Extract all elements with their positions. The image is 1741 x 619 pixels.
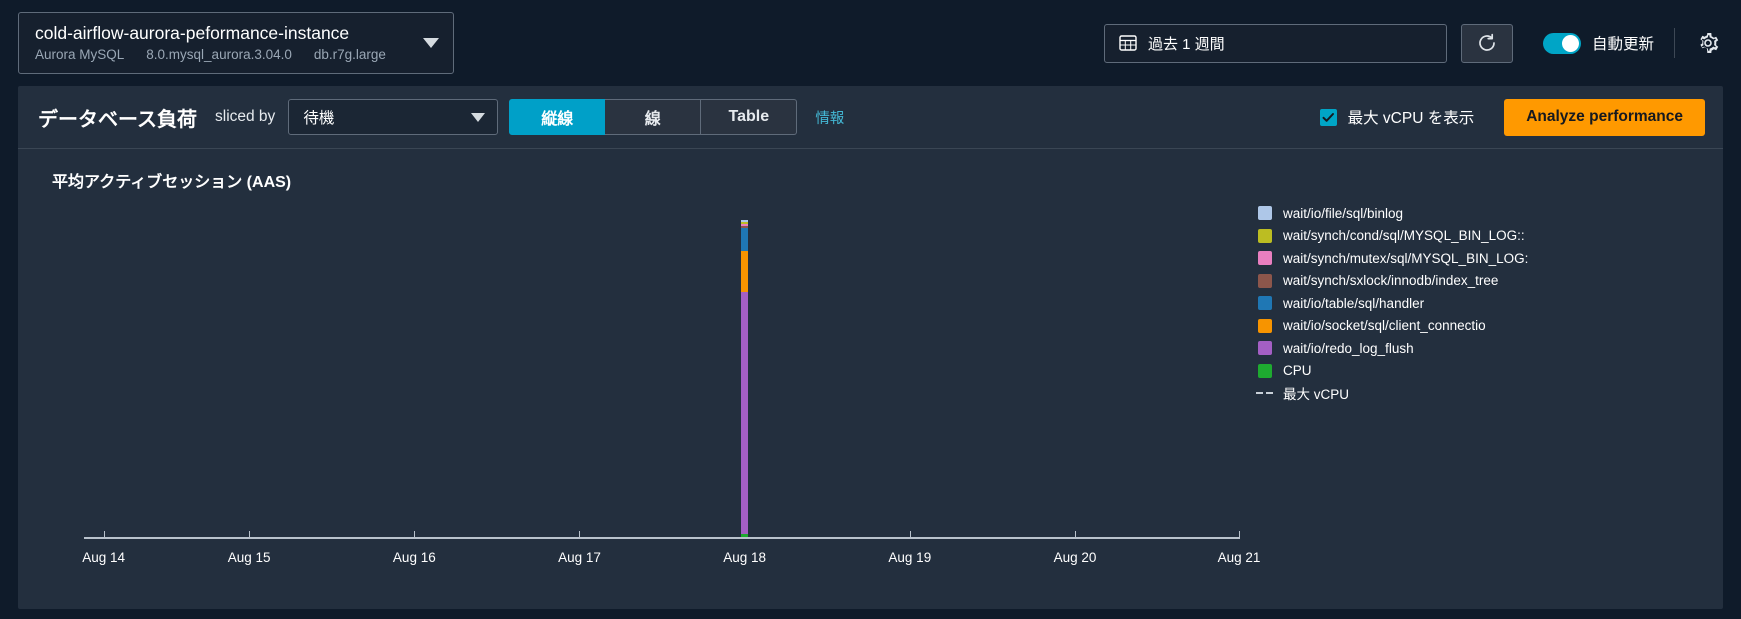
x-axis-tick bbox=[579, 531, 581, 539]
view-mode-line[interactable]: 線 bbox=[605, 99, 702, 135]
legend-color-swatch bbox=[1258, 363, 1272, 378]
analyze-performance-button[interactable]: Analyze performance bbox=[1504, 98, 1705, 136]
x-axis-tick bbox=[1239, 531, 1240, 539]
top-bar-actions: 過去 1 週間 自動更新 bbox=[1103, 0, 1729, 86]
instance-meta: Aurora MySQL 8.0.mysql_aurora.3.04.0 db.… bbox=[35, 46, 413, 64]
legend-label: 最大 vCPU bbox=[1283, 387, 1350, 403]
legend-color-swatch bbox=[1258, 341, 1272, 356]
x-axis-tick-label: Aug 19 bbox=[888, 550, 932, 565]
legend-label: CPU bbox=[1283, 363, 1312, 379]
show-max-vcpu-label: 最大 vCPU を表示 bbox=[1347, 110, 1475, 127]
x-axis-tick-label: Aug 18 bbox=[723, 550, 767, 565]
info-link[interactable]: 情報 bbox=[815, 107, 844, 128]
database-load-panel: データベース負荷 sliced by 待機 縦線 線 Table 情報 最大 v… bbox=[18, 86, 1723, 609]
x-axis-tick-label: Aug 17 bbox=[558, 550, 601, 565]
legend-label: wait/io/socket/sql/client_connectio bbox=[1283, 318, 1486, 334]
legend-label: wait/io/file/sql/binlog bbox=[1283, 205, 1404, 221]
legend-label: wait/synch/cond/sql/MYSQL_BIN_LOG:: bbox=[1283, 228, 1525, 244]
chart-bar[interactable] bbox=[741, 220, 749, 537]
chevron-down-icon bbox=[471, 112, 486, 122]
legend-item[interactable]: wait/io/socket/sql/client_connectio bbox=[1258, 315, 1728, 338]
x-axis-tick bbox=[103, 531, 105, 539]
toggle-knob bbox=[1561, 34, 1579, 52]
instance-info: cold-airflow-aurora-peformance-instance … bbox=[35, 22, 413, 64]
chevron-down-icon bbox=[423, 38, 439, 48]
legend-label: wait/synch/mutex/sql/MYSQL_BIN_LOG: bbox=[1283, 250, 1529, 266]
x-axis-tick bbox=[414, 531, 416, 539]
calendar-icon bbox=[1119, 35, 1137, 51]
x-axis-line bbox=[84, 537, 1239, 539]
legend-color-swatch bbox=[1258, 296, 1272, 311]
chart-legend: wait/io/file/sql/binlog wait/synch/cond/s… bbox=[1256, 202, 1728, 405]
top-bar: cold-airflow-aurora-peformance-instance … bbox=[0, 0, 1741, 86]
legend-item[interactable]: wait/synch/mutex/sql/MYSQL_BIN_LOG: bbox=[1258, 247, 1728, 270]
chart-bar-segment bbox=[741, 292, 749, 534]
refresh-icon bbox=[1479, 33, 1495, 51]
chart-bar-segment bbox=[741, 250, 749, 293]
x-axis-tick-label: Aug 20 bbox=[1053, 550, 1097, 565]
legend-label: wait/io/table/sql/handler bbox=[1283, 295, 1425, 311]
chart-bar-segment bbox=[741, 533, 749, 537]
chart-control-actions: 最大 vCPU を表示 Analyze performance bbox=[1319, 98, 1705, 136]
slice-by-select[interactable]: 待機 bbox=[288, 99, 499, 135]
toggle-switch[interactable] bbox=[1542, 32, 1581, 54]
divider bbox=[1674, 28, 1675, 58]
show-max-vcpu-checkbox[interactable]: 最大 vCPU を表示 bbox=[1319, 106, 1475, 128]
chart-area: 平均アクティブセッション (AAS) Aug 14 Aug 15 Aug 16 Aug… bbox=[18, 150, 1723, 609]
view-mode-bar[interactable]: 縦線 bbox=[509, 99, 606, 135]
legend-color-swatch bbox=[1258, 206, 1272, 221]
x-axis-tick bbox=[249, 531, 251, 539]
legend-item[interactable]: 最大 vCPU bbox=[1256, 382, 1728, 405]
instance-engine: Aurora MySQL bbox=[35, 47, 125, 62]
chart-plot[interactable]: Aug 14 Aug 15 Aug 16 Aug 17 Aug 18 Aug 19 Aug … bbox=[82, 194, 1260, 565]
legend-item[interactable]: wait/synch/cond/sql/MYSQL_BIN_LOG:: bbox=[1258, 225, 1728, 248]
legend-color-swatch bbox=[1258, 273, 1272, 288]
checkbox-box[interactable] bbox=[1319, 108, 1337, 126]
x-axis-tick bbox=[1074, 531, 1076, 539]
refresh-button[interactable] bbox=[1460, 23, 1513, 63]
instance-selector[interactable]: cold-airflow-aurora-peformance-instance … bbox=[18, 12, 454, 74]
legend-color-swatch bbox=[1258, 318, 1272, 333]
x-axis-tick-label: Aug 21 bbox=[1217, 550, 1261, 565]
performance-insights-page: cold-airflow-aurora-peformance-instance … bbox=[0, 0, 1741, 619]
view-mode-group: 縦線 線 Table bbox=[509, 99, 798, 135]
chart-control-bar: データベース負荷 sliced by 待機 縦線 線 Table 情報 最大 v… bbox=[18, 86, 1723, 149]
page-title: データベース負荷 bbox=[38, 108, 197, 131]
legend-item[interactable]: wait/io/redo_log_flush bbox=[1258, 337, 1728, 360]
gear-icon bbox=[1700, 33, 1719, 53]
x-axis-tick-label: Aug 14 bbox=[82, 550, 126, 565]
legend-label: wait/io/redo_log_flush bbox=[1283, 340, 1414, 356]
view-mode-table[interactable]: Table bbox=[701, 99, 798, 135]
auto-refresh-label: 自動更新 bbox=[1591, 36, 1654, 53]
time-range-selector[interactable]: 過去 1 週間 bbox=[1103, 23, 1447, 63]
sliced-by-label: sliced by bbox=[215, 108, 276, 125]
x-axis-tick-label: Aug 16 bbox=[392, 550, 436, 565]
x-axis-tick-label: Aug 15 bbox=[227, 550, 271, 565]
legend-item[interactable]: wait/io/table/sql/handler bbox=[1258, 292, 1728, 315]
instance-class: db.r7g.large bbox=[313, 47, 386, 62]
legend-dashed-line-icon bbox=[1256, 386, 1273, 400]
legend-item[interactable]: CPU bbox=[1258, 360, 1728, 383]
check-icon bbox=[1322, 112, 1334, 122]
auto-refresh-toggle[interactable]: 自動更新 bbox=[1542, 32, 1654, 54]
instance-version: 8.0.mysql_aurora.3.04.0 bbox=[146, 47, 292, 62]
slice-by-value: 待機 bbox=[303, 110, 335, 127]
settings-button[interactable] bbox=[1695, 30, 1721, 56]
legend-item[interactable]: wait/synch/sxlock/innodb/index_tree bbox=[1258, 270, 1728, 293]
x-axis-tick bbox=[909, 531, 911, 539]
instance-name: cold-airflow-aurora-peformance-instance bbox=[35, 23, 350, 43]
chart-title: 平均アクティブセッション (AAS) bbox=[52, 174, 292, 191]
legend-color-swatch bbox=[1258, 251, 1272, 266]
chart-bar-segment bbox=[741, 228, 749, 251]
time-range-label: 過去 1 週間 bbox=[1147, 35, 1225, 53]
legend-item[interactable]: wait/io/file/sql/binlog bbox=[1258, 202, 1728, 225]
legend-color-swatch bbox=[1258, 228, 1272, 243]
legend-label: wait/synch/sxlock/innodb/index_tree bbox=[1283, 273, 1499, 289]
